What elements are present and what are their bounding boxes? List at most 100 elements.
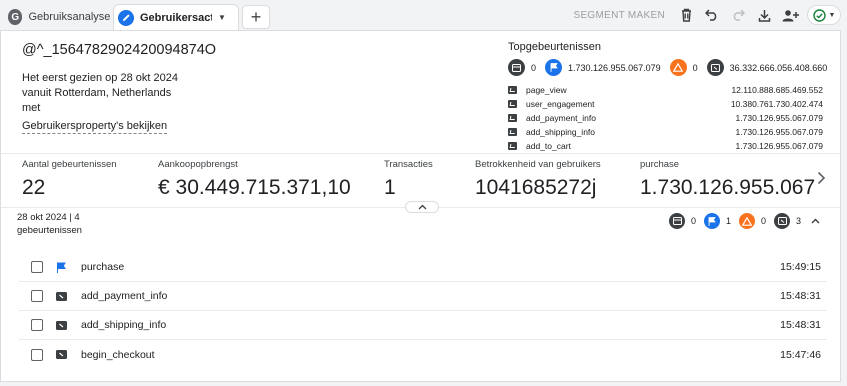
pencil-icon: [118, 9, 134, 26]
table-row[interactable]: add_payment_info 15:48:31: [19, 282, 827, 311]
top-events-list: page_view 12.110.888.685.469.552 user_en…: [508, 83, 823, 153]
chevron-right-icon[interactable]: [817, 171, 826, 190]
metric-purchase: purchase 1.730.126.955.067: [640, 159, 815, 200]
location-text: vanuit Rotterdam, Netherlands: [22, 87, 172, 99]
metric-label: Aankoopopbrengst: [158, 159, 238, 170]
event-value: 1.730.126.955.067.079: [735, 127, 823, 137]
row-checkbox[interactable]: [31, 290, 43, 302]
user-activity-card: @^_1564782902420094874O Het eerst gezien…: [0, 30, 841, 382]
event-icon: [508, 114, 517, 122]
divider: [1, 153, 840, 154]
metric-value: 1041685272j: [475, 176, 597, 199]
list-item: add_to_cart 1.730.126.955.067.079: [508, 139, 823, 153]
flag-icon: [704, 213, 721, 229]
event-value: 1.730.126.955.067.079: [735, 141, 823, 151]
metric-value: 22: [22, 176, 46, 199]
event-icon: [55, 290, 67, 302]
badge-count: 1: [726, 216, 732, 226]
tab-label: Gebruiksanalyse 1: [28, 11, 111, 23]
row-checkbox[interactable]: [31, 319, 43, 331]
chevron-up-icon: [418, 204, 426, 210]
event-value: 12.110.888.685.469.552: [731, 85, 823, 95]
table-row[interactable]: begin_checkout 15:47:46: [19, 340, 827, 369]
top-events-badges: 0 1.730.126.955.067.079 0 36.332.666.056…: [508, 59, 836, 76]
metric-label: Aantal gebeurtenissen: [22, 159, 117, 170]
event-time: 15:48:31: [780, 290, 821, 302]
list-item: add_shipping_info 1.730.126.955.067.079: [508, 125, 823, 139]
event-icon: [508, 128, 517, 136]
warning-icon: [739, 213, 756, 229]
metric-event-count: Aantal gebeurtenissen 22: [22, 159, 117, 200]
event-icon: [508, 86, 517, 94]
tab-gebruiksanalyse[interactable]: G Gebruiksanalyse 1: [4, 4, 111, 30]
download-icon[interactable]: [755, 6, 773, 24]
badge-count: 1.730.126.955.067.079: [568, 62, 661, 73]
metric-user-engagement: Betrokkenheid van gebruikers 1041685272j: [475, 159, 601, 200]
tab-gebruikersactiviteit[interactable]: Gebruikersactiviteit ▼: [113, 4, 239, 30]
badge-count: 0: [531, 62, 537, 73]
event-value: 10.380.761.730.402.474: [730, 99, 823, 109]
day-badges: 0 1 0 3: [669, 213, 820, 229]
event-name: add_shipping_info: [81, 319, 167, 331]
event-name: add_payment_info: [81, 290, 168, 302]
segment-button[interactable]: SEGMENT MAKEN: [573, 10, 665, 21]
event-name: add_to_cart: [526, 141, 571, 151]
event-time: 15:49:15: [780, 261, 821, 273]
metric-transactions: Transacties 1: [384, 159, 433, 200]
user-id: @^_1564782902420094874O: [22, 42, 217, 58]
plus-icon: +: [250, 6, 262, 27]
day-label: 28 okt 2024 | 4 gebeurtenissen: [17, 212, 82, 236]
event-icon: [706, 59, 724, 76]
event-name: purchase: [81, 261, 125, 273]
metric-value: 1: [384, 176, 396, 199]
top-bar: G Gebruiksanalyse 1 Gebruikersactiviteit…: [0, 0, 847, 30]
metric-purchase-revenue: Aankoopopbrengst € 30.449.715.371,10: [158, 159, 351, 200]
trash-icon[interactable]: [677, 6, 695, 24]
list-item: page_view 12.110.888.685.469.552: [508, 83, 823, 97]
event-time: 15:48:31: [780, 319, 821, 331]
flag-icon: [545, 59, 563, 76]
generic-event-icon: [669, 213, 685, 229]
list-item: add_payment_info 1.730.126.955.067.079: [508, 111, 823, 125]
event-name: page_view: [526, 85, 567, 95]
event-value: 1.730.126.955.067.079: [735, 113, 823, 123]
badge-count: 0: [691, 216, 697, 226]
redo-icon[interactable]: [729, 6, 747, 24]
badge-count: 36.332.666.056.408.660: [729, 62, 828, 73]
chevron-up-icon[interactable]: [811, 216, 820, 227]
user-properties-link[interactable]: Gebruikersproperty's bekijken: [22, 120, 168, 134]
badge-count: 0: [761, 216, 767, 226]
status-menu-button[interactable]: ▼: [807, 5, 841, 25]
event-list: purchase 15:49:15 add_payment_info 15:48…: [19, 253, 827, 369]
table-row[interactable]: add_shipping_info 15:48:31: [19, 311, 827, 340]
undo-icon[interactable]: [703, 6, 721, 24]
row-checkbox[interactable]: [31, 261, 43, 273]
toolbar: SEGMENT MAKEN ▼: [573, 4, 841, 26]
generic-event-icon: [508, 59, 525, 76]
analysis-tab-icon: G: [8, 9, 23, 25]
event-name: add_shipping_info: [526, 127, 596, 137]
list-item: user_engagement 10.380.761.730.402.474: [508, 97, 823, 111]
event-icon: [55, 319, 67, 331]
collapse-metrics-button[interactable]: [405, 201, 439, 213]
flag-icon: [55, 261, 67, 273]
badge-count: 0: [692, 62, 698, 73]
top-events-title: Topgebeurtenissen: [508, 41, 601, 53]
event-name: add_payment_info: [526, 113, 596, 123]
device-text: met: [22, 102, 41, 114]
event-icon: [55, 349, 67, 361]
caret-down-icon: ▼: [828, 11, 836, 19]
table-row[interactable]: purchase 15:49:15: [19, 253, 827, 282]
metric-label: purchase: [640, 159, 680, 170]
event-icon: [508, 100, 517, 108]
add-user-icon[interactable]: [781, 6, 799, 24]
warning-icon: [669, 59, 687, 76]
add-tab-button[interactable]: +: [242, 5, 270, 29]
check-circle-icon: [812, 8, 826, 22]
metric-value: € 30.449.715.371,10: [158, 176, 351, 199]
metric-label: Transacties: [384, 159, 433, 170]
row-checkbox[interactable]: [31, 348, 43, 361]
caret-down-icon[interactable]: ▼: [218, 13, 226, 22]
metric-label: Betrokkenheid van gebruikers: [475, 159, 601, 170]
event-name: user_engagement: [526, 99, 595, 109]
